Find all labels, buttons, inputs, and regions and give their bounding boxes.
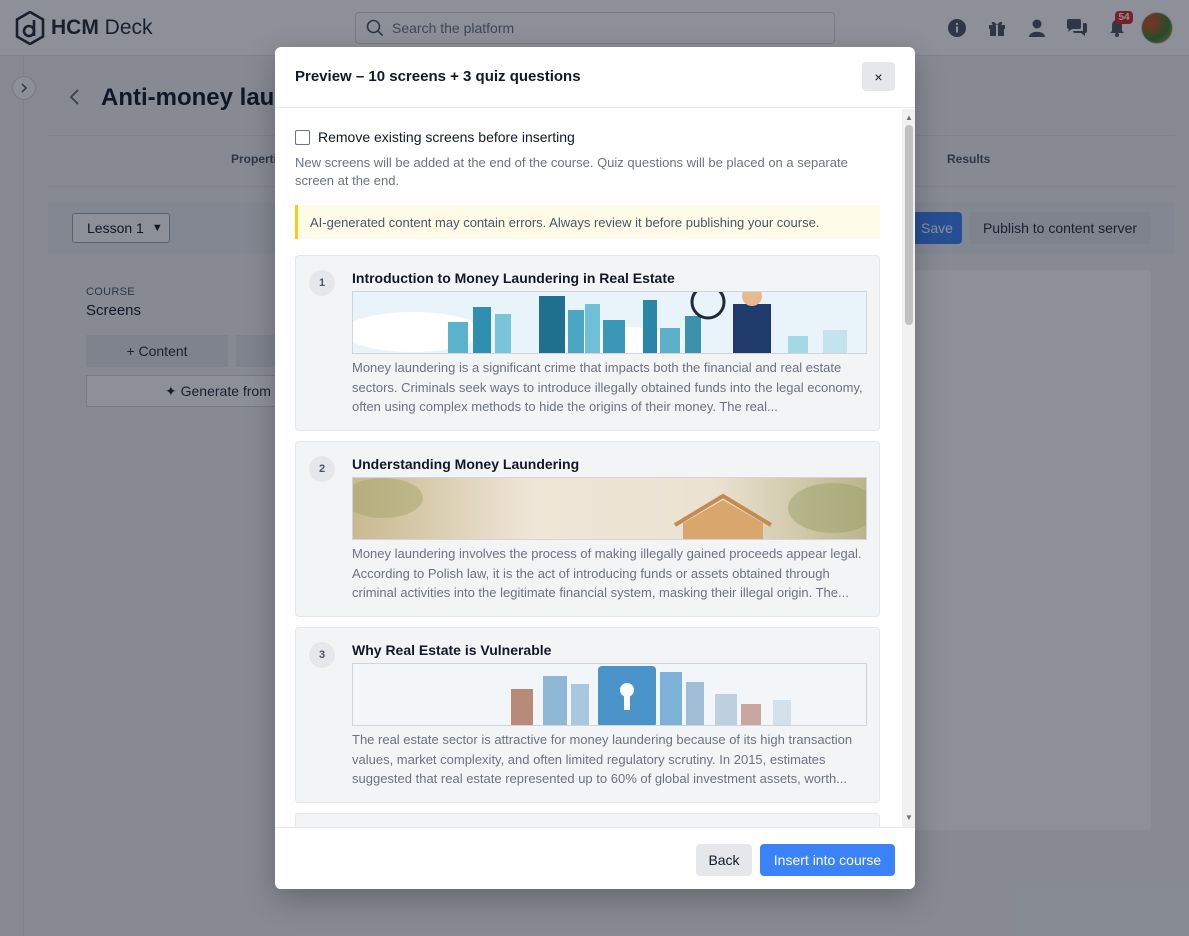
screen-number: 1: [309, 270, 335, 296]
screen-image: [352, 291, 867, 354]
screen-title: Introduction to Money Laundering in Real…: [352, 270, 675, 286]
scroll-up-icon[interactable]: ▲: [905, 113, 913, 122]
screen-title: Why Real Estate is Vulnerable: [352, 642, 552, 658]
screen-number: 3: [309, 642, 335, 668]
screen-text: Money laundering involves the process of…: [352, 546, 862, 600]
screen-image: [352, 663, 867, 726]
modal-title: Preview – 10 screens + 3 quiz questions: [295, 68, 581, 85]
ai-warning: AI-generated content may contain errors.…: [295, 205, 880, 239]
scroll-down-icon[interactable]: ▼: [905, 813, 913, 822]
screen-text: The real estate sector is attractive for…: [352, 732, 853, 786]
remove-existing-option[interactable]: Remove existing screens before inserting: [295, 129, 575, 145]
modal-header: Preview – 10 screens + 3 quiz questions …: [275, 47, 915, 108]
scroll-thumb[interactable]: [905, 125, 913, 325]
checkbox-label[interactable]: Remove existing screens before inserting: [318, 129, 575, 145]
back-button[interactable]: Back: [696, 844, 752, 876]
screen-number: 2: [309, 456, 335, 482]
screen-card: 3 Why Real Estate is Vulnerable The real…: [295, 627, 880, 803]
scrollbar[interactable]: ▲ ▼: [902, 109, 915, 827]
modal-body[interactable]: Remove existing screens before inserting…: [275, 109, 915, 827]
screen-title: Understanding Money Laundering: [352, 456, 580, 472]
hint-text: New screens will be added at the end of …: [295, 155, 848, 188]
screen-card: 2 Understanding Money Laundering Money l…: [295, 441, 880, 617]
preview-modal: Preview – 10 screens + 3 quiz questions …: [275, 47, 915, 889]
screen-card: 1 Introduction to Money Laundering in Re…: [295, 255, 880, 431]
insert-button[interactable]: Insert into course: [760, 844, 895, 876]
remove-existing-checkbox[interactable]: [295, 129, 310, 145]
modal-footer: Back Insert into course: [275, 827, 915, 889]
close-button[interactable]: ×: [862, 62, 895, 91]
screen-image: [352, 477, 867, 540]
screen-card: [295, 813, 880, 827]
screen-text: Money laundering is a significant crime …: [352, 360, 863, 414]
